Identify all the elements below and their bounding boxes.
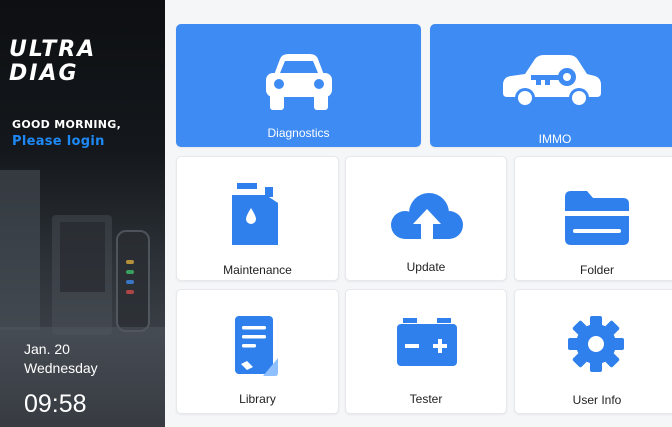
battery-icon — [397, 318, 457, 366]
maintenance-tile[interactable]: Maintenance — [176, 156, 339, 281]
diagnostics-label: Diagnostics — [267, 126, 330, 140]
background-image-block — [0, 170, 40, 330]
weekday-text: Wednesday — [24, 360, 98, 376]
tester-label: Tester — [409, 392, 443, 406]
immo-label: IMMO — [538, 132, 572, 146]
gear-icon — [568, 316, 624, 372]
tester-tile[interactable]: Tester — [345, 289, 507, 414]
app-logo: ULTRA DIAG — [9, 38, 96, 86]
library-label: Library — [239, 392, 276, 406]
car-key-icon — [503, 55, 601, 108]
folder-tile[interactable]: Folder — [514, 156, 672, 281]
date-text: Jan. 20 — [24, 341, 70, 357]
car-front-icon — [266, 54, 332, 110]
update-label: Update — [406, 260, 446, 274]
user-info-tile[interactable]: User Info — [514, 289, 672, 414]
folder-icon — [565, 191, 629, 245]
logo-line-1: ULTRA — [9, 37, 97, 62]
cloud-upload-icon — [391, 193, 463, 239]
maintenance-label: Maintenance — [223, 263, 292, 277]
immo-tile[interactable]: IMMO — [430, 24, 672, 147]
oil-can-icon — [232, 183, 278, 245]
diagnostics-tile[interactable]: Diagnostics — [176, 24, 421, 147]
user-info-label: User Info — [572, 393, 622, 407]
update-tile[interactable]: Update — [345, 156, 507, 281]
clock-time: 09:58 — [24, 390, 87, 418]
login-link[interactable]: Please login — [12, 134, 105, 150]
library-tile[interactable]: Library — [176, 289, 339, 414]
folder-label: Folder — [579, 263, 614, 277]
background-image-block — [60, 222, 105, 292]
logo-line-2: DIAG — [9, 61, 79, 86]
background-phone-graphic — [116, 230, 150, 332]
document-icon — [235, 316, 278, 376]
greeting-text: GOOD MORNING, — [12, 118, 122, 131]
